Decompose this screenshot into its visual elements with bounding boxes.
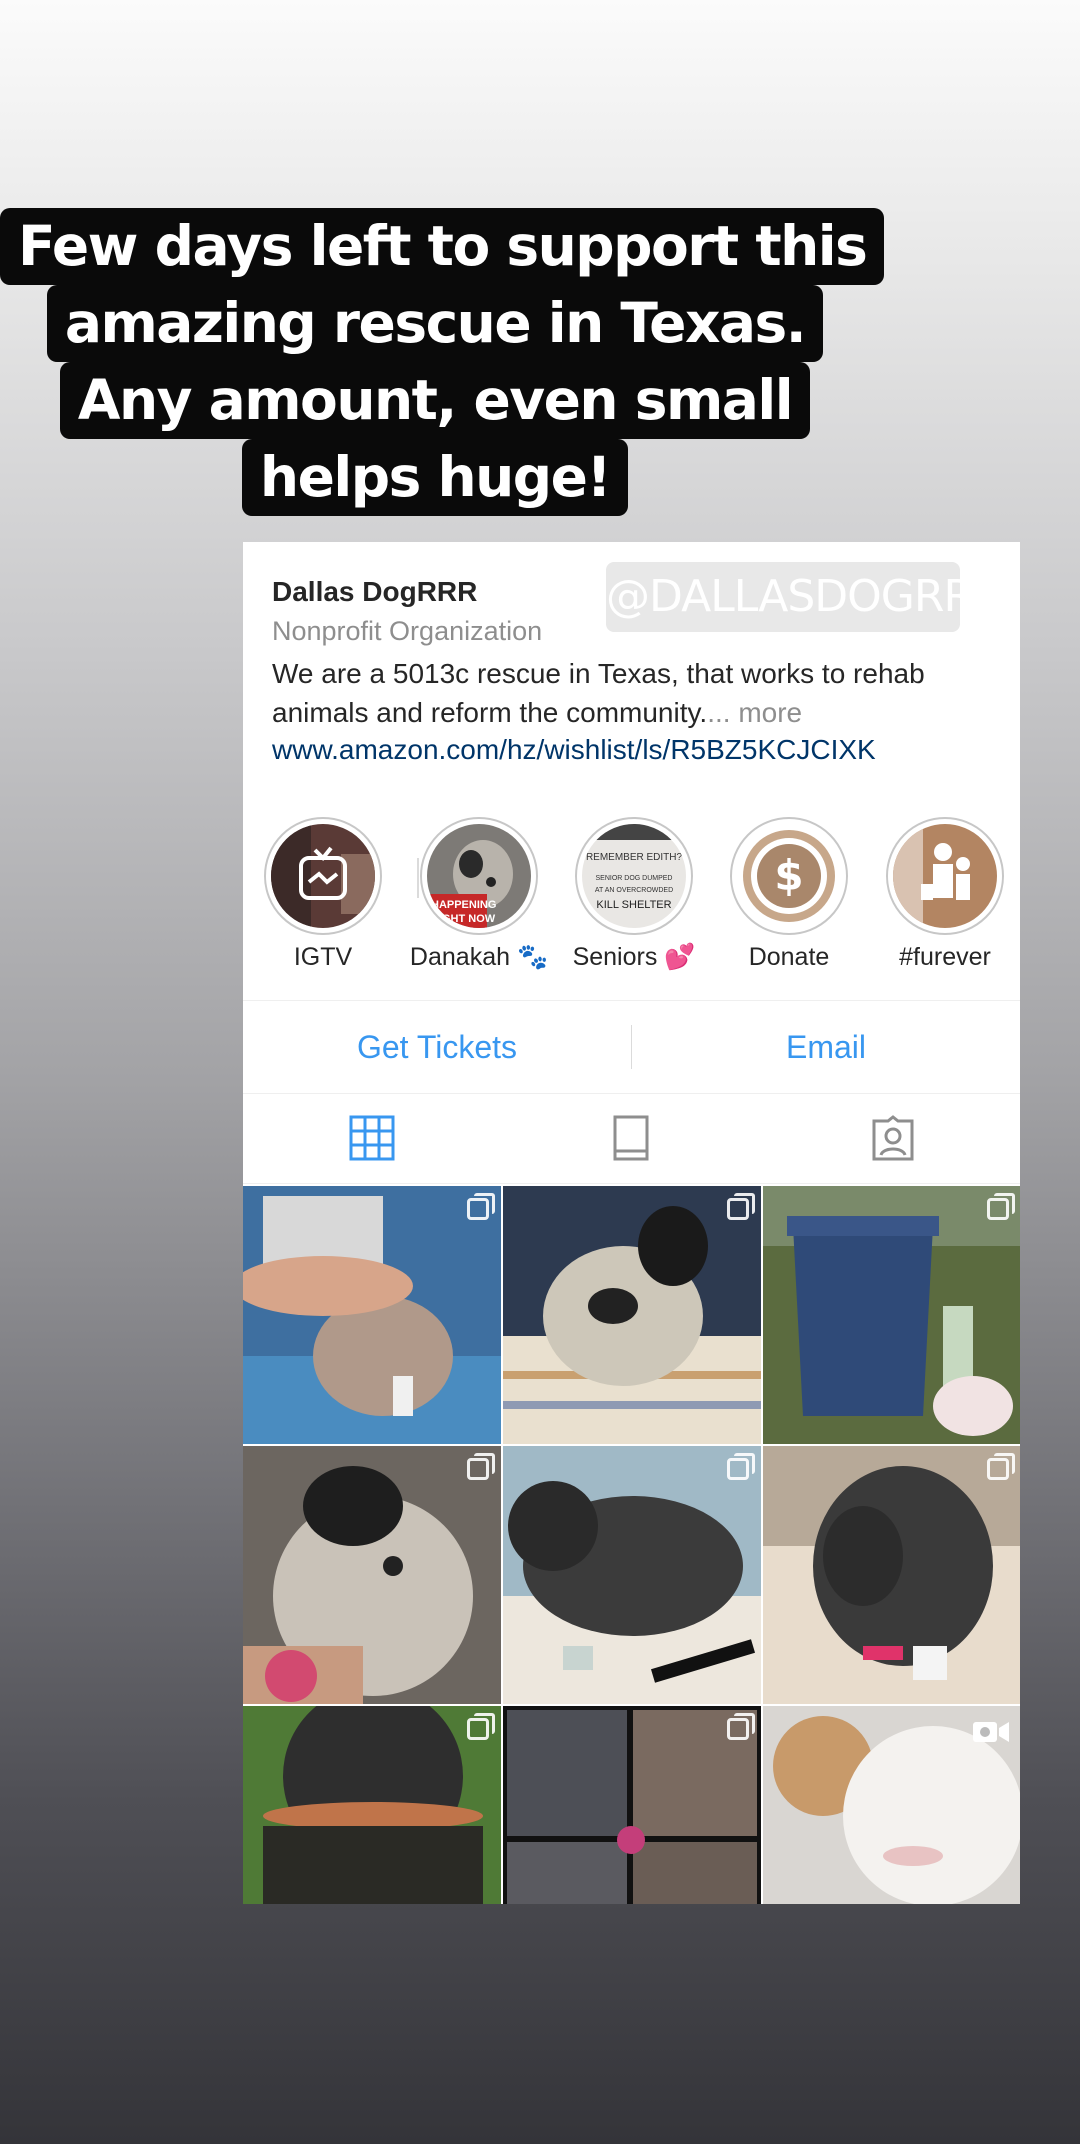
grid-post[interactable]	[503, 1446, 761, 1704]
profile-tabs	[243, 1093, 1020, 1184]
caption-line-1: Few days left to support this	[0, 208, 885, 285]
grid-icon[interactable]	[349, 1115, 395, 1161]
multiple-posts-icon	[987, 1193, 1015, 1220]
grid-post[interactable]	[763, 1446, 1020, 1704]
highlight-label: IGTV	[293, 943, 353, 971]
post-image	[243, 1706, 501, 1904]
poster-line-3: AT AN OVERCROWDED	[595, 887, 673, 894]
highlight-furever[interactable]: #furever	[870, 817, 1020, 972]
grid-post[interactable]	[243, 1446, 501, 1704]
highlight-label: Danakah 🐾	[409, 943, 549, 971]
highlight-label: #furever	[899, 943, 991, 971]
profile-category: Nonprofit Organization	[272, 616, 543, 646]
multiple-posts-icon	[727, 1713, 755, 1740]
profile-bio: We are a 5013c rescue in Texas, that wor…	[272, 654, 992, 732]
feed-icon[interactable]	[608, 1115, 654, 1161]
highlight-donate[interactable]: $ Donate	[714, 817, 864, 972]
caption-line-4: helps huge!	[241, 439, 629, 516]
multiple-posts-icon	[727, 1193, 755, 1220]
banner-line-2: RIGHT NOW	[431, 913, 496, 925]
post-image	[503, 1446, 761, 1704]
multiple-posts-icon	[987, 1453, 1015, 1480]
family-icon	[893, 824, 997, 928]
post-image	[243, 1446, 501, 1704]
profile-screenshot: @DALLASDOGRRR Dallas DogRRR Nonprofit Or…	[243, 542, 1020, 1904]
highlight-danakah[interactable]: HAPPENING RIGHT NOW Danakah 🐾	[404, 817, 554, 972]
poster-line-2: SENIOR DOG DUMPED	[595, 875, 672, 882]
dog-photo: HAPPENING RIGHT NOW	[427, 824, 531, 928]
post-image	[763, 1446, 1020, 1704]
grid-post[interactable]	[763, 1706, 1020, 1904]
video-icon	[973, 1722, 1009, 1742]
multiple-posts-icon	[467, 1453, 495, 1480]
grid-post[interactable]	[243, 1706, 501, 1904]
email-button[interactable]: Email	[632, 1001, 1020, 1093]
poster-line-4: KILL SHELTER	[596, 899, 671, 911]
profile-website-link[interactable]: www.amazon.com/hz/wishlist/ls/R5BZ5KCJCI…	[272, 734, 876, 766]
banner-line-1: HAPPENING	[431, 899, 496, 911]
svg-text:$: $	[774, 851, 803, 900]
story-caption: Few days left to support this amazing re…	[0, 208, 885, 516]
bio-more-link[interactable]: ... more	[707, 697, 802, 728]
get-tickets-button[interactable]: Get Tickets	[243, 1001, 631, 1093]
photo-grid	[243, 1186, 1020, 1904]
highlight-seniors[interactable]: REMEMBER EDITH? SENIOR DOG DUMPED AT AN …	[559, 817, 709, 972]
highlight-label: Donate	[748, 943, 830, 971]
grid-post[interactable]	[503, 1706, 761, 1904]
caption-line-2: amazing rescue in Texas.	[46, 285, 824, 362]
profile-name: Dallas DogRRR	[272, 576, 478, 607]
post-image	[503, 1186, 761, 1444]
igtv-icon	[271, 824, 375, 928]
poster-line-1: REMEMBER EDITH?	[586, 852, 683, 863]
caption-line-3: Any amount, even small	[59, 362, 811, 439]
post-image	[503, 1706, 761, 1904]
grid-post[interactable]	[763, 1186, 1020, 1444]
multiple-posts-icon	[467, 1193, 495, 1220]
grid-post[interactable]	[243, 1186, 501, 1444]
post-image	[763, 1186, 1020, 1444]
multiple-posts-icon	[727, 1453, 755, 1480]
highlight-label: Seniors 💕	[572, 943, 696, 971]
poster: REMEMBER EDITH? SENIOR DOG DUMPED AT AN …	[582, 824, 686, 928]
highlight-igtv[interactable]: IGTV	[248, 817, 398, 972]
post-image	[243, 1186, 501, 1444]
action-buttons: Get Tickets Email	[243, 1000, 1020, 1094]
bio-text: We are a 5013c rescue in Texas, that wor…	[272, 658, 925, 728]
tagged-icon[interactable]	[870, 1115, 916, 1161]
multiple-posts-icon	[467, 1713, 495, 1740]
grid-post[interactable]	[503, 1186, 761, 1444]
dollar-icon: $	[737, 824, 841, 928]
username-sticker[interactable]: @DALLASDOGRRR	[606, 562, 1004, 632]
